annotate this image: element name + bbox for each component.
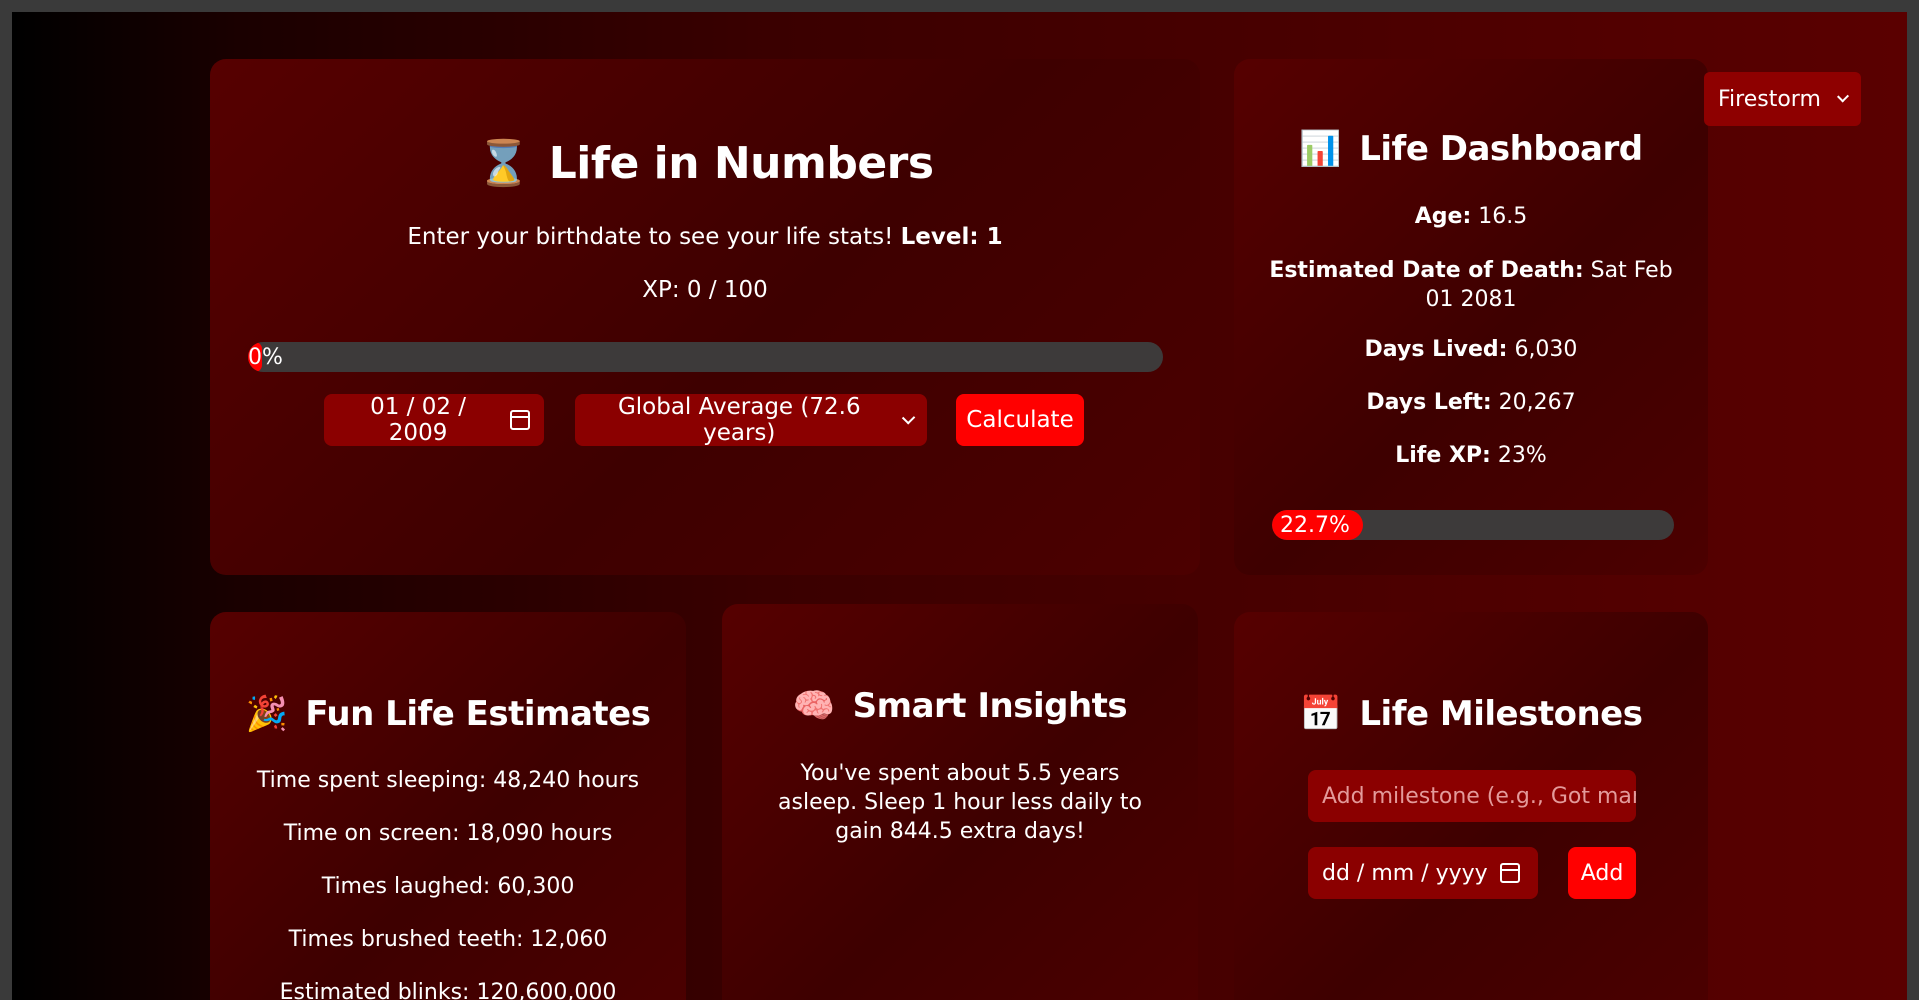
calendar-icon[interactable] [1499, 863, 1520, 883]
lifespan-select[interactable]: Global Average (72.6 years) [575, 394, 927, 446]
bar-chart-icon: 📊 [1299, 129, 1342, 169]
life-xp-progress-bar: 22.7% [1272, 510, 1674, 540]
theme-select-value: Firestorm [1718, 86, 1821, 112]
xp-progress-bar: 0% [248, 342, 1163, 372]
milestones-title: Life Milestones [1359, 694, 1643, 734]
life-xp-label: Life XP: [1395, 443, 1491, 468]
party-popper-icon: 🎉 [245, 694, 288, 734]
age-label: Age: [1414, 204, 1472, 229]
milestone-date-placeholder: dd / mm / yyyy [1322, 860, 1488, 886]
age-value: 16.5 [1471, 204, 1528, 229]
life-in-numbers-card: ⌛ Life in Numbers Enter your birthdate to… [210, 59, 1200, 575]
death-date-row: Estimated Date of Death: Sat Feb 01 2081 [1264, 256, 1678, 314]
milestone-input-placeholder: Add milestone (e.g., Got mar [1322, 783, 1636, 809]
add-milestone-label: Add [1580, 860, 1624, 886]
days-left-label: Days Left: [1366, 390, 1492, 415]
calculate-label: Calculate [966, 407, 1074, 433]
fun-item-sleeping: Time spent sleeping: 48,240 hours [256, 768, 640, 793]
milestones-heading: 📅 Life Milestones [1234, 694, 1708, 734]
age-row: Age: 16.5 [1234, 204, 1708, 229]
add-milestone-button[interactable]: Add [1568, 847, 1636, 899]
birthdate-value: 01 / 02 / 2009 [370, 394, 467, 446]
dashboard-heading: 📊 Life Dashboard [1234, 129, 1708, 169]
milestone-date-input[interactable]: dd / mm / yyyy [1308, 847, 1538, 899]
xp-text: XP: 0 / 100 [642, 277, 768, 303]
insights-heading: 🧠 Smart Insights [722, 686, 1198, 726]
page-title: Life in Numbers [548, 138, 934, 189]
fun-item-laughed: Times laughed: 60,300 [321, 874, 575, 899]
life-xp-progress-text: 22.7% [1280, 513, 1350, 538]
hourglass-icon: ⌛ [476, 138, 531, 189]
insights-text: You've spent about 5.5 years asleep. Sle… [778, 761, 1142, 844]
birthdate-input[interactable]: 01 / 02 / 2009 [324, 394, 544, 446]
birthdate-prompt: Enter your birthdate to see your life st… [210, 224, 1200, 250]
life-dashboard-card: 📊 Life Dashboard Age: 16.5 Estimated Date… [1234, 59, 1708, 575]
days-left-row: Days Left: 20,267 [1234, 390, 1708, 415]
days-lived-row: Days Lived: 6,030 [1234, 337, 1708, 362]
fun-estimates-title: Fun Life Estimates [305, 694, 651, 734]
chevron-down-icon [1836, 90, 1849, 103]
dashboard-title: Life Dashboard [1359, 129, 1643, 169]
fun-life-estimates-card: 🎉 Fun Life Estimates Time spent sleeping:… [210, 612, 686, 1000]
days-left-value: 20,267 [1491, 390, 1576, 415]
brain-icon: 🧠 [792, 686, 835, 726]
chevron-down-icon [901, 410, 916, 425]
fun-item-screen: Time on screen: 18,090 hours [283, 821, 613, 846]
smart-insights-card: 🧠 Smart Insights You've spent about 5.5 y… [722, 604, 1198, 1000]
fun-estimates-heading: 🎉 Fun Life Estimates [210, 694, 686, 734]
life-xp-value: 23% [1490, 443, 1547, 468]
death-date-label: Estimated Date of Death: [1269, 258, 1584, 283]
calculate-button[interactable]: Calculate [956, 394, 1084, 446]
app-frame: ⌛ Life in Numbers Enter your birthdate to… [12, 12, 1907, 1000]
milestone-input[interactable]: Add milestone (e.g., Got mar [1308, 770, 1636, 822]
days-lived-label: Days Lived: [1364, 337, 1508, 362]
calendar-icon[interactable] [510, 410, 530, 430]
life-xp-row: Life XP: 23% [1234, 443, 1708, 468]
theme-select[interactable]: Firestorm [1704, 72, 1861, 126]
insights-title: Smart Insights [852, 686, 1128, 726]
lifespan-select-value: Global Average (72.6 years) [617, 394, 861, 446]
days-lived-value: 6,030 [1507, 337, 1578, 362]
fun-item-blinks: Estimated blinks: 120,600,000 [279, 980, 617, 1000]
life-milestones-card: 📅 Life Milestones Add milestone (e.g., Go… [1234, 612, 1708, 1000]
fun-item-teeth: Times brushed teeth: 12,060 [288, 927, 608, 952]
xp-progress-text: 0% [248, 345, 283, 370]
main-card-heading: ⌛ Life in Numbers [210, 137, 1200, 189]
level-label: Level: 1 [900, 224, 1003, 250]
calendar-emoji-icon: 📅 [1299, 694, 1342, 734]
prompt-text: Enter your birthdate to see your life st… [407, 224, 894, 250]
